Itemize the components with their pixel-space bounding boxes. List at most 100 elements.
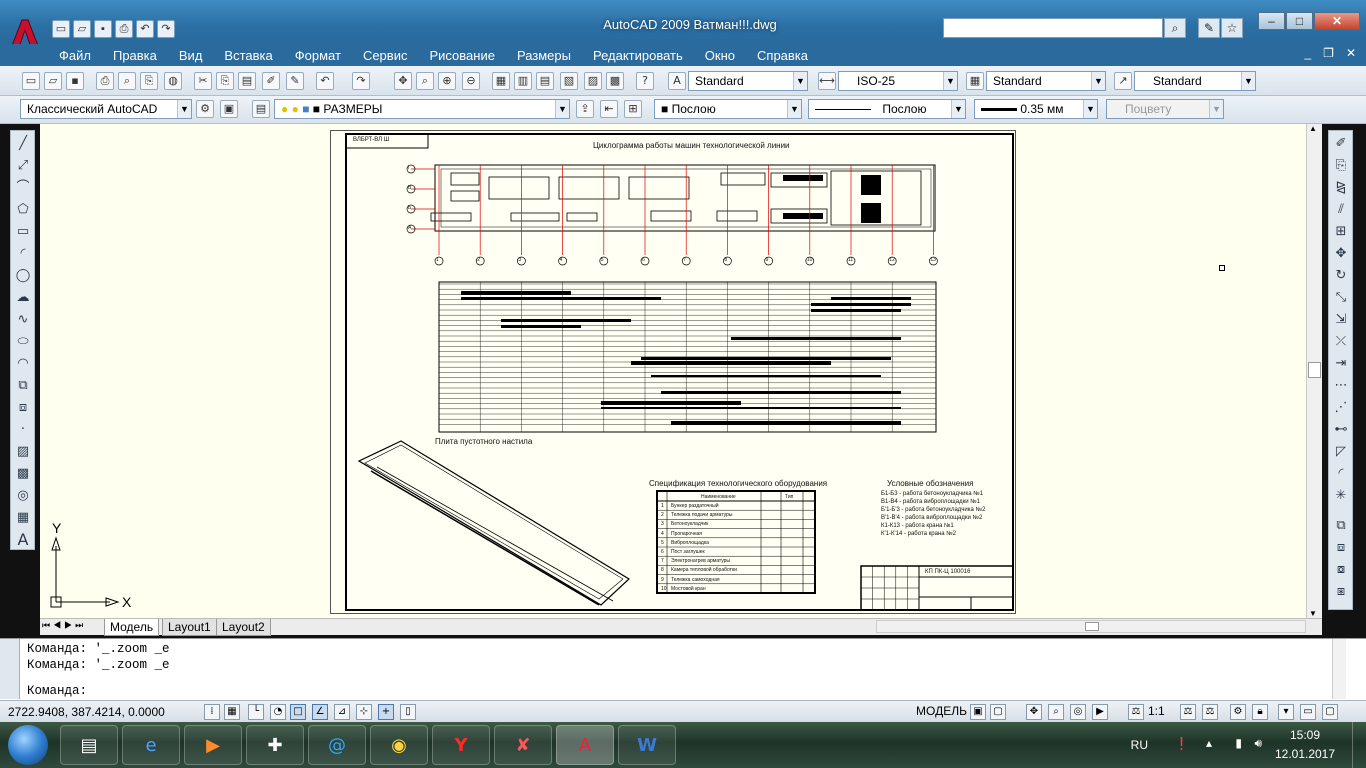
rectangle-icon[interactable]: ▭	[13, 223, 33, 241]
doc-restore-button[interactable]: ❐	[1323, 46, 1334, 60]
layer-manager-icon[interactable]: ▤	[252, 100, 270, 118]
model-space-label[interactable]: МОДЕЛЬ	[916, 704, 967, 718]
linetype-select[interactable]: Послою ▼	[808, 99, 966, 119]
point-icon[interactable]: ·	[13, 421, 33, 439]
print-icon[interactable]: ⎙	[115, 20, 133, 38]
menu-item[interactable]: Вставка	[213, 48, 283, 63]
layer-previous-icon[interactable]: ⇤	[600, 100, 618, 118]
design-center-icon[interactable]: ▥	[514, 72, 532, 90]
scroll-up-icon[interactable]: ▲	[1309, 124, 1317, 133]
redo-toolbar-icon[interactable]: ↷	[352, 72, 370, 90]
block-editor-icon[interactable]: ✎	[286, 72, 304, 90]
network-icon[interactable]: ▮	[1235, 736, 1242, 750]
gradient-icon[interactable]: ▩	[13, 465, 33, 483]
spline-icon[interactable]: ∿	[13, 311, 33, 329]
stretch-icon[interactable]: ⇲	[1331, 311, 1351, 329]
undo-toolbar-icon[interactable]: ↶	[316, 72, 334, 90]
hscroll-thumb[interactable]	[1085, 622, 1099, 631]
osnap-icon[interactable]: □	[290, 704, 306, 720]
paste-icon[interactable]: ▤	[238, 72, 256, 90]
command-window[interactable]: Команда: '_.zoom _e Команда: '_.zoom _e …	[0, 638, 1366, 700]
minimize-button[interactable]: –	[1258, 12, 1285, 30]
hatch-icon[interactable]: ▨	[13, 443, 33, 461]
showmotion-icon[interactable]: ▶	[1092, 704, 1108, 720]
plot-icon[interactable]: ⎙	[96, 72, 114, 90]
multileader-style-icon[interactable]: ↗	[1114, 72, 1132, 90]
copy-object-icon[interactable]: ⎘	[1331, 157, 1351, 175]
layout-view-icon[interactable]: ▣	[970, 704, 986, 720]
table-icon[interactable]: ▦	[13, 509, 33, 527]
explorer-taskbar-icon[interactable]: ▤	[60, 725, 118, 765]
autocad-taskbar-icon[interactable]: A	[556, 725, 614, 765]
annotation-scale-value[interactable]: 1:1	[1148, 704, 1165, 718]
make-current-layer-icon[interactable]: ⇪	[576, 100, 594, 118]
region-icon[interactable]: ◎	[13, 487, 33, 505]
table-style-icon[interactable]: ▦	[966, 72, 984, 90]
tab-layout1[interactable]: Layout1	[162, 619, 217, 636]
copy-icon[interactable]: ⎘	[216, 72, 234, 90]
zoom-window-icon[interactable]: ⊕	[438, 72, 456, 90]
internet-explorer-taskbar-icon[interactable]: e	[122, 725, 180, 765]
tool-palettes-icon[interactable]: ▤	[536, 72, 554, 90]
circle-icon[interactable]: ◯	[13, 267, 33, 285]
text-front-icon[interactable]: ⧆	[1331, 583, 1351, 601]
mirror-icon[interactable]: ⧎	[1331, 179, 1351, 197]
menu-item[interactable]: Размеры	[506, 48, 582, 63]
dyn-icon[interactable]: ⊹	[356, 704, 372, 720]
multileader-style-select[interactable]: Standard ▼	[1134, 71, 1256, 91]
properties-icon[interactable]: ▦	[492, 72, 510, 90]
workspace-select[interactable]: Классический AutoCAD ▼	[20, 99, 192, 119]
markup-icon[interactable]: ▨	[584, 72, 602, 90]
new-icon[interactable]: ▭	[52, 20, 70, 38]
dim-style-select[interactable]: ISO-25 ▼	[838, 71, 958, 91]
chamfer-icon[interactable]: ◸	[1331, 443, 1351, 461]
command-window-grip[interactable]	[0, 639, 20, 699]
language-indicator[interactable]: RU	[1131, 738, 1148, 752]
qp-icon[interactable]: ▯	[400, 704, 416, 720]
games-taskbar-icon[interactable]: ✚	[246, 725, 304, 765]
dim-style-icon[interactable]: ⟷	[818, 72, 836, 90]
maximize-button[interactable]: □	[1286, 12, 1313, 30]
lock-toolbars-icon[interactable]: 🔒︎	[1252, 704, 1268, 720]
zoom-realtime-icon[interactable]: ⌕	[416, 72, 434, 90]
publish-icon[interactable]: ⎘	[140, 72, 158, 90]
scale-icon[interactable]: ⤡	[1331, 289, 1351, 307]
revision-cloud-icon[interactable]: ☁	[13, 289, 33, 307]
fullscreen-icon[interactable]: ▢	[1322, 704, 1338, 720]
alert-tray-icon[interactable]: !	[1179, 734, 1184, 755]
undo-icon[interactable]: ↶	[136, 20, 154, 38]
rotate-icon[interactable]: ↻	[1331, 267, 1351, 285]
qnew-icon[interactable]: ▭	[22, 72, 40, 90]
make-block-icon[interactable]: ⧈	[13, 399, 33, 417]
show-hidden-icon[interactable]: ▴	[1206, 736, 1212, 750]
grid-icon[interactable]: ▦	[224, 704, 240, 720]
ducs-icon[interactable]: ⊿	[334, 704, 350, 720]
menu-item[interactable]: Окно	[694, 48, 746, 63]
help-icon[interactable]: ?	[636, 72, 654, 90]
fillet-icon[interactable]: ◜	[1331, 465, 1351, 483]
polyline-icon[interactable]: ⌒	[13, 179, 33, 197]
text-style-select[interactable]: Standard ▼	[688, 71, 808, 91]
open-file-icon[interactable]: ▱	[44, 72, 62, 90]
redo-icon[interactable]: ↷	[157, 20, 175, 38]
menu-item[interactable]: Формат	[284, 48, 352, 63]
scroll-thumb[interactable]	[1308, 362, 1321, 378]
extend-icon[interactable]: ⇥	[1331, 355, 1351, 373]
doc-close-button[interactable]: ✕	[1346, 46, 1356, 60]
construction-line-icon[interactable]: ⤢	[13, 157, 33, 175]
save-file-icon[interactable]: ▪	[66, 72, 84, 90]
command-prompt[interactable]: Команда:	[27, 684, 87, 698]
status-menu-icon[interactable]: ▾	[1278, 704, 1294, 720]
vertical-scrollbar[interactable]: ▲ ▼	[1306, 124, 1322, 618]
polygon-icon[interactable]: ⬠	[13, 201, 33, 219]
save-icon[interactable]: ▪	[94, 20, 112, 38]
show-desktop-button[interactable]	[1352, 722, 1366, 768]
clock-time[interactable]: 15:09	[1270, 728, 1340, 742]
menu-item[interactable]: Редактировать	[582, 48, 694, 63]
annotation-visibility-icon[interactable]: ⚖	[1180, 704, 1196, 720]
offset-icon[interactable]: ⫽	[1331, 201, 1351, 219]
arc-icon[interactable]: ◜	[13, 245, 33, 263]
menu-item[interactable]: Правка	[102, 48, 168, 63]
erase-icon[interactable]: ✐	[1331, 135, 1351, 153]
snap-mode-icon[interactable]: ⁞	[204, 704, 220, 720]
